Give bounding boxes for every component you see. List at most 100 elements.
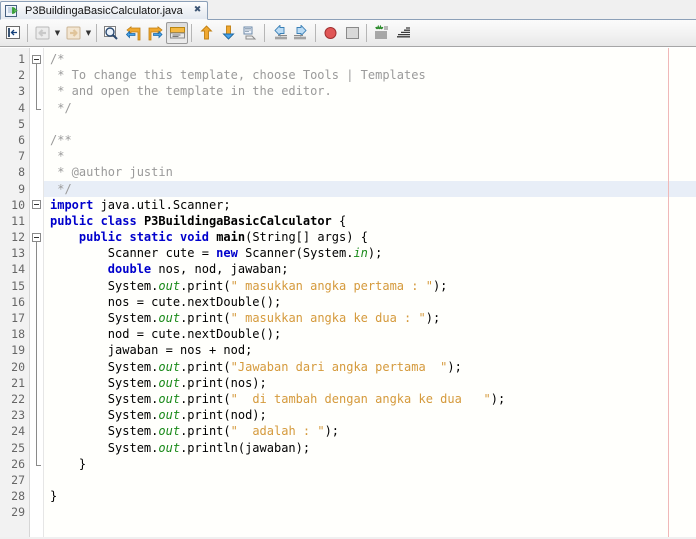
line-number: 6 <box>18 132 25 147</box>
code-line[interactable]: System.out.print(" masukkan angka pertam… <box>44 278 696 294</box>
code-token: ); <box>432 278 448 293</box>
fold-toggle-icon[interactable] <box>32 232 41 242</box>
code-line[interactable]: * To change this template, choose Tools … <box>44 67 696 83</box>
code-token: System. <box>50 311 159 325</box>
line-number: 11 <box>11 213 25 228</box>
editor-toolbar: ▼ ▼ <box>0 20 696 47</box>
toggle-rectangular-selection-button[interactable] <box>2 22 24 44</box>
code-line[interactable] <box>44 116 696 132</box>
find-previous-button[interactable] <box>122 22 144 44</box>
fold-toggle-icon[interactable] <box>32 200 41 210</box>
code-token: double <box>107 262 152 277</box>
code-line[interactable]: /* <box>44 51 696 67</box>
code-line[interactable]: System.out.print("Jawaban dari angka per… <box>44 359 696 375</box>
code-token: System. <box>50 359 159 374</box>
up-arrow-icon <box>199 25 213 40</box>
code-line[interactable]: double nos, nod, jawaban; <box>44 261 696 277</box>
next-bookmark-button[interactable] <box>217 22 239 44</box>
code-token: * <box>50 149 65 164</box>
code-line[interactable]: } <box>44 488 696 504</box>
rect-select-icon <box>5 26 20 39</box>
code-line[interactable]: nod = cute.nextDouble(); <box>44 326 696 342</box>
fold-range-end <box>36 465 41 466</box>
back-button[interactable] <box>31 22 53 44</box>
line-number: 26 <box>11 456 25 471</box>
line-number: 4 <box>18 100 25 115</box>
code-token: .print( <box>180 278 231 293</box>
code-token: "Jawaban dari angka pertama " <box>230 359 448 374</box>
shift-line-left-button[interactable] <box>268 22 290 44</box>
java-file-icon <box>5 4 20 18</box>
line-number: 28 <box>11 489 25 504</box>
stop-circle-icon <box>324 27 336 39</box>
code-line[interactable] <box>44 504 696 520</box>
code-line[interactable]: System.out.print(" masukkan angka ke dua… <box>44 310 696 326</box>
fold-row <box>30 488 43 504</box>
back-dropdown-arrow-icon[interactable]: ▼ <box>53 22 62 44</box>
code-line[interactable]: import java.util.Scanner; <box>44 197 696 213</box>
code-line[interactable]: Scanner cute = new Scanner(System.in); <box>44 245 696 261</box>
format-icon <box>374 25 388 39</box>
comment-button[interactable] <box>341 22 363 44</box>
code-line[interactable]: public class P3BuildingaBasicCalculator … <box>44 213 696 229</box>
fold-row <box>30 116 43 132</box>
code-token: System. <box>50 440 159 455</box>
code-line[interactable]: * <box>44 148 696 164</box>
code-token: out <box>158 278 181 293</box>
code-line[interactable]: System.out.print(" adalah : "); <box>44 423 696 439</box>
code-line[interactable]: */ <box>44 100 696 116</box>
code-token: } <box>50 489 58 504</box>
toolbar-separator <box>264 24 265 42</box>
line-number: 7 <box>18 149 25 164</box>
code-fold-column[interactable] <box>30 48 44 537</box>
code-line[interactable]: */ <box>44 180 696 197</box>
line-number: 29 <box>11 505 25 520</box>
line-number: 20 <box>11 359 25 374</box>
forward-button[interactable] <box>62 22 84 44</box>
code-line[interactable] <box>44 472 696 488</box>
code-token: (String[] args) { <box>245 230 368 245</box>
fold-row <box>30 213 43 229</box>
fold-range-line <box>36 64 37 109</box>
code-line[interactable]: * and open the template in the editor. <box>44 83 696 99</box>
code-token: /* <box>50 52 65 66</box>
previous-bookmark-button[interactable] <box>195 22 217 44</box>
line-number: 12 <box>11 230 25 245</box>
code-token: out <box>158 424 181 439</box>
line-number-gutter[interactable]: 1 2 3 4 5 6 7 8 9 10 11 12 13 14 15 16 17 18 19 20 21 22 23 24 2… <box>0 48 30 537</box>
code-line[interactable]: nos = cute.nextDouble(); <box>44 294 696 310</box>
line-number: 21 <box>11 375 25 390</box>
code-line[interactable]: System.out.print(" di tambah dengan angk… <box>44 391 696 407</box>
code-token: .print( <box>180 311 231 325</box>
forward-dropdown-arrow-icon[interactable]: ▼ <box>84 22 93 44</box>
code-line[interactable]: System.out.print(nod); <box>44 407 696 423</box>
shift-line-right-button[interactable] <box>290 22 312 44</box>
fold-range-line <box>36 242 37 465</box>
line-number: 17 <box>11 311 25 325</box>
close-icon[interactable]: ✖ <box>194 6 202 15</box>
fold-row <box>30 181 43 197</box>
toggle-bookmark-button[interactable] <box>239 22 261 44</box>
code-token: .print( <box>180 359 231 374</box>
fold-toggle-icon[interactable] <box>32 54 41 64</box>
code-text-area[interactable]: /* * To change this template, choose Too… <box>44 48 696 537</box>
code-line[interactable]: System.out.println(jawaban); <box>44 440 696 456</box>
code-line[interactable]: /** <box>44 132 696 148</box>
format-button[interactable] <box>370 22 392 44</box>
code-line[interactable]: * @author justin <box>44 164 696 180</box>
find-next-button[interactable] <box>144 22 166 44</box>
code-line[interactable]: jawaban = nos + nod; <box>44 342 696 358</box>
code-line[interactable]: } <box>44 456 696 472</box>
uncomment-button[interactable] <box>392 22 414 44</box>
toggle-highlight-search-button[interactable] <box>166 22 188 44</box>
find-selection-button[interactable] <box>100 22 122 44</box>
editor-tab-p3buildingabasiccalculator[interactable]: P3BuildingaBasicCalculator.java ✖ <box>0 1 209 20</box>
magnifier-icon <box>103 26 118 40</box>
code-token: ); <box>367 246 383 261</box>
code-line[interactable]: System.out.print(nos); <box>44 375 696 391</box>
stop-button[interactable] <box>319 22 341 44</box>
code-editor[interactable]: 1 2 3 4 5 6 7 8 9 10 11 12 13 14 15 16 17 18 19 20 21 22 23 24 2… <box>0 47 696 537</box>
fold-row <box>30 164 43 180</box>
code-line[interactable]: public static void main(String[] args) { <box>44 229 696 245</box>
